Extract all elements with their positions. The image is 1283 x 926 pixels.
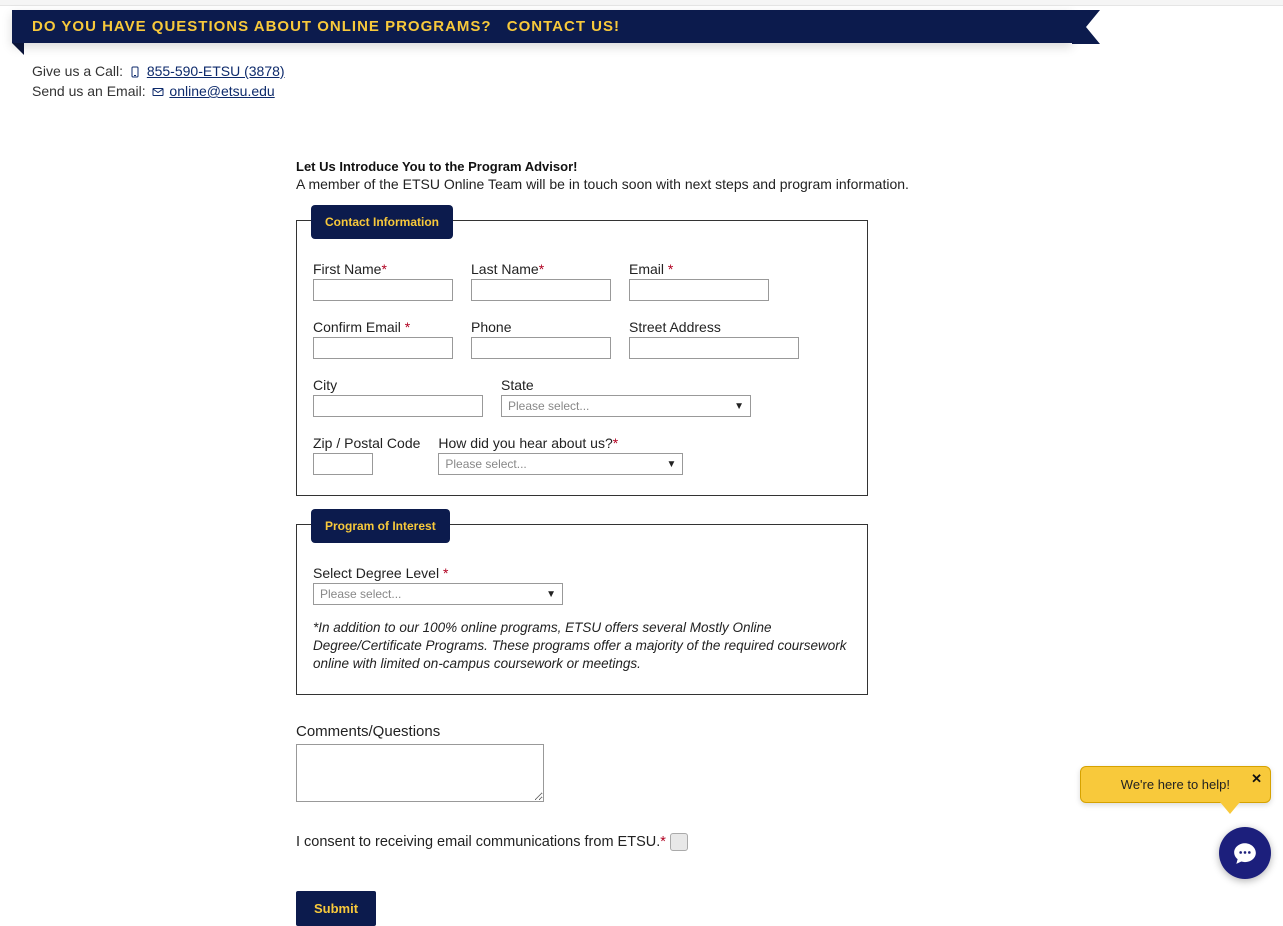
city-input[interactable] [313, 395, 483, 417]
hear-about-select[interactable]: Please select... [438, 453, 683, 475]
chat-tooltip-text: We're here to help! [1121, 777, 1230, 792]
comments-textarea[interactable] [296, 744, 544, 802]
phone-link[interactable]: 855-590-ETSU (3878) [147, 63, 285, 79]
last-name-input[interactable] [471, 279, 611, 301]
first-name-label: First Name* [313, 261, 453, 277]
form-area: Let Us Introduce You to the Program Advi… [296, 159, 1166, 926]
email-label: Send us an Email: [32, 83, 150, 99]
first-name-input[interactable] [313, 279, 453, 301]
banner-question: DO YOU HAVE QUESTIONS ABOUT ONLINE PROGR… [32, 18, 492, 35]
chat-tooltip-close[interactable]: ✕ [1251, 771, 1262, 787]
zip-input[interactable] [313, 453, 373, 475]
consent-checkbox[interactable] [670, 833, 688, 851]
call-label: Give us a Call: [32, 63, 127, 79]
zip-label: Zip / Postal Code [313, 435, 420, 451]
intro-text: A member of the ETSU Online Team will be… [296, 176, 1166, 192]
program-disclosure: *In addition to our 100% online programs… [313, 619, 851, 674]
phone-label: Phone [471, 319, 611, 335]
phone-input[interactable] [471, 337, 611, 359]
email-input[interactable] [629, 279, 769, 301]
top-divider [0, 0, 1283, 6]
envelope-icon [152, 85, 164, 99]
phone-icon [129, 65, 141, 79]
ribbon-tail [12, 43, 24, 55]
program-interest-legend: Program of Interest [311, 509, 450, 543]
contact-info-legend: Contact Information [311, 205, 453, 239]
chat-tooltip: We're here to help! ✕ [1080, 766, 1271, 803]
submit-button[interactable]: Submit [296, 891, 376, 926]
banner-ribbon: DO YOU HAVE QUESTIONS ABOUT ONLINE PROGR… [12, 10, 1283, 43]
contact-info-block: Give us a Call: 855-590-ETSU (3878) Send… [32, 63, 1283, 99]
degree-level-label: Select Degree Level * [313, 565, 851, 581]
hear-about-label: How did you hear about us?* [438, 435, 683, 451]
last-name-label: Last Name* [471, 261, 611, 277]
email-link[interactable]: online@etsu.edu [169, 83, 274, 99]
email-field-label: Email * [629, 261, 769, 277]
street-input[interactable] [629, 337, 799, 359]
street-label: Street Address [629, 319, 799, 335]
chat-icon [1232, 840, 1258, 866]
confirm-email-input[interactable] [313, 337, 453, 359]
consent-text: I consent to receiving email communicati… [296, 834, 666, 850]
city-label: City [313, 377, 483, 393]
program-interest-section: Program of Interest Select Degree Level … [296, 524, 868, 695]
ribbon-end-notch [1072, 10, 1100, 44]
chat-fab-button[interactable] [1219, 827, 1271, 879]
contact-information-section: Contact Information First Name* Last Nam… [296, 220, 868, 496]
degree-level-select[interactable]: Please select... [313, 583, 563, 605]
comments-label: Comments/Questions [296, 723, 1166, 740]
intro-heading: Let Us Introduce You to the Program Advi… [296, 159, 1166, 174]
state-select[interactable]: Please select... [501, 395, 751, 417]
confirm-email-label: Confirm Email * [313, 319, 453, 335]
state-label: State [501, 377, 751, 393]
banner-cta-link[interactable]: CONTACT US! [507, 18, 620, 35]
